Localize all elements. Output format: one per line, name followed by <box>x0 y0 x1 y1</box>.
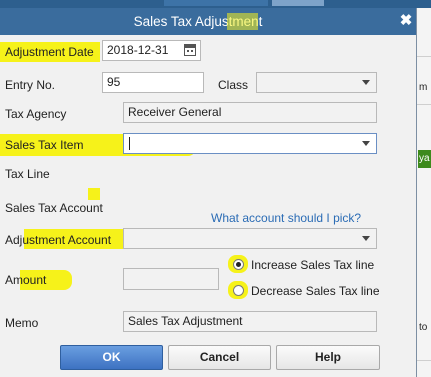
memo-label: Memo <box>5 316 39 330</box>
adjustment-date-value: 2018-12-31 <box>107 43 169 57</box>
adjustment-account-dropdown[interactable] <box>123 228 377 249</box>
account-help-link[interactable]: What account should I pick? <box>211 211 361 225</box>
entry-no-field[interactable]: 95 <box>102 72 204 93</box>
tax-agency-label: Tax Agency <box>5 107 67 121</box>
class-label: Class <box>218 78 249 92</box>
tax-line-label: Tax Line <box>5 167 50 181</box>
background-tab <box>272 0 324 6</box>
adjustment-date-label: Adjustment Date <box>5 45 94 59</box>
sales-tax-item-dropdown[interactable] <box>123 133 377 154</box>
entry-no-label: Entry No. <box>5 78 56 92</box>
background-text: to <box>419 322 428 333</box>
dialog-title: Sales Tax Adjustment <box>133 14 263 29</box>
background-divider <box>416 360 431 361</box>
entry-no-value: 95 <box>107 75 121 89</box>
tax-agency-value: Receiver General <box>128 105 222 119</box>
decrease-radio[interactable] <box>233 285 244 296</box>
chevron-down-icon <box>362 80 370 85</box>
background-divider <box>416 56 431 57</box>
calendar-icon[interactable] <box>184 44 196 56</box>
decrease-label[interactable]: Decrease Sales Tax line <box>251 283 380 299</box>
text-cursor <box>129 137 130 150</box>
ok-button[interactable]: OK <box>60 345 163 370</box>
adjustment-account-label: Adjustment Account <box>5 233 112 247</box>
help-button[interactable]: Help <box>276 345 380 370</box>
background-badge: ya <box>418 150 431 168</box>
title-highlight <box>227 13 258 30</box>
memo-value: Sales Tax Adjustment <box>128 314 243 328</box>
amount-field[interactable] <box>123 268 219 290</box>
highlight-mark <box>88 188 100 200</box>
close-icon[interactable]: ✖ <box>398 9 414 33</box>
amount-label: Amount <box>5 273 47 287</box>
sales-tax-account-label: Sales Tax Account <box>5 201 103 215</box>
background-text: ya <box>419 153 430 164</box>
memo-field[interactable]: Sales Tax Adjustment <box>123 311 377 332</box>
background-text: m <box>419 82 428 93</box>
increase-radio[interactable] <box>233 259 244 270</box>
adjustment-date-field[interactable]: 2018-12-31 <box>102 40 201 61</box>
chevron-down-icon <box>362 236 370 241</box>
class-dropdown[interactable] <box>256 72 377 93</box>
chevron-down-icon <box>362 141 370 146</box>
cancel-button[interactable]: Cancel <box>168 345 271 370</box>
increase-label[interactable]: Increase Sales Tax line <box>251 257 374 273</box>
background-divider <box>416 104 431 105</box>
sales-tax-item-label: Sales Tax Item <box>5 138 84 152</box>
tax-agency-dropdown[interactable]: Receiver General <box>123 102 377 123</box>
background-tab <box>164 0 268 6</box>
